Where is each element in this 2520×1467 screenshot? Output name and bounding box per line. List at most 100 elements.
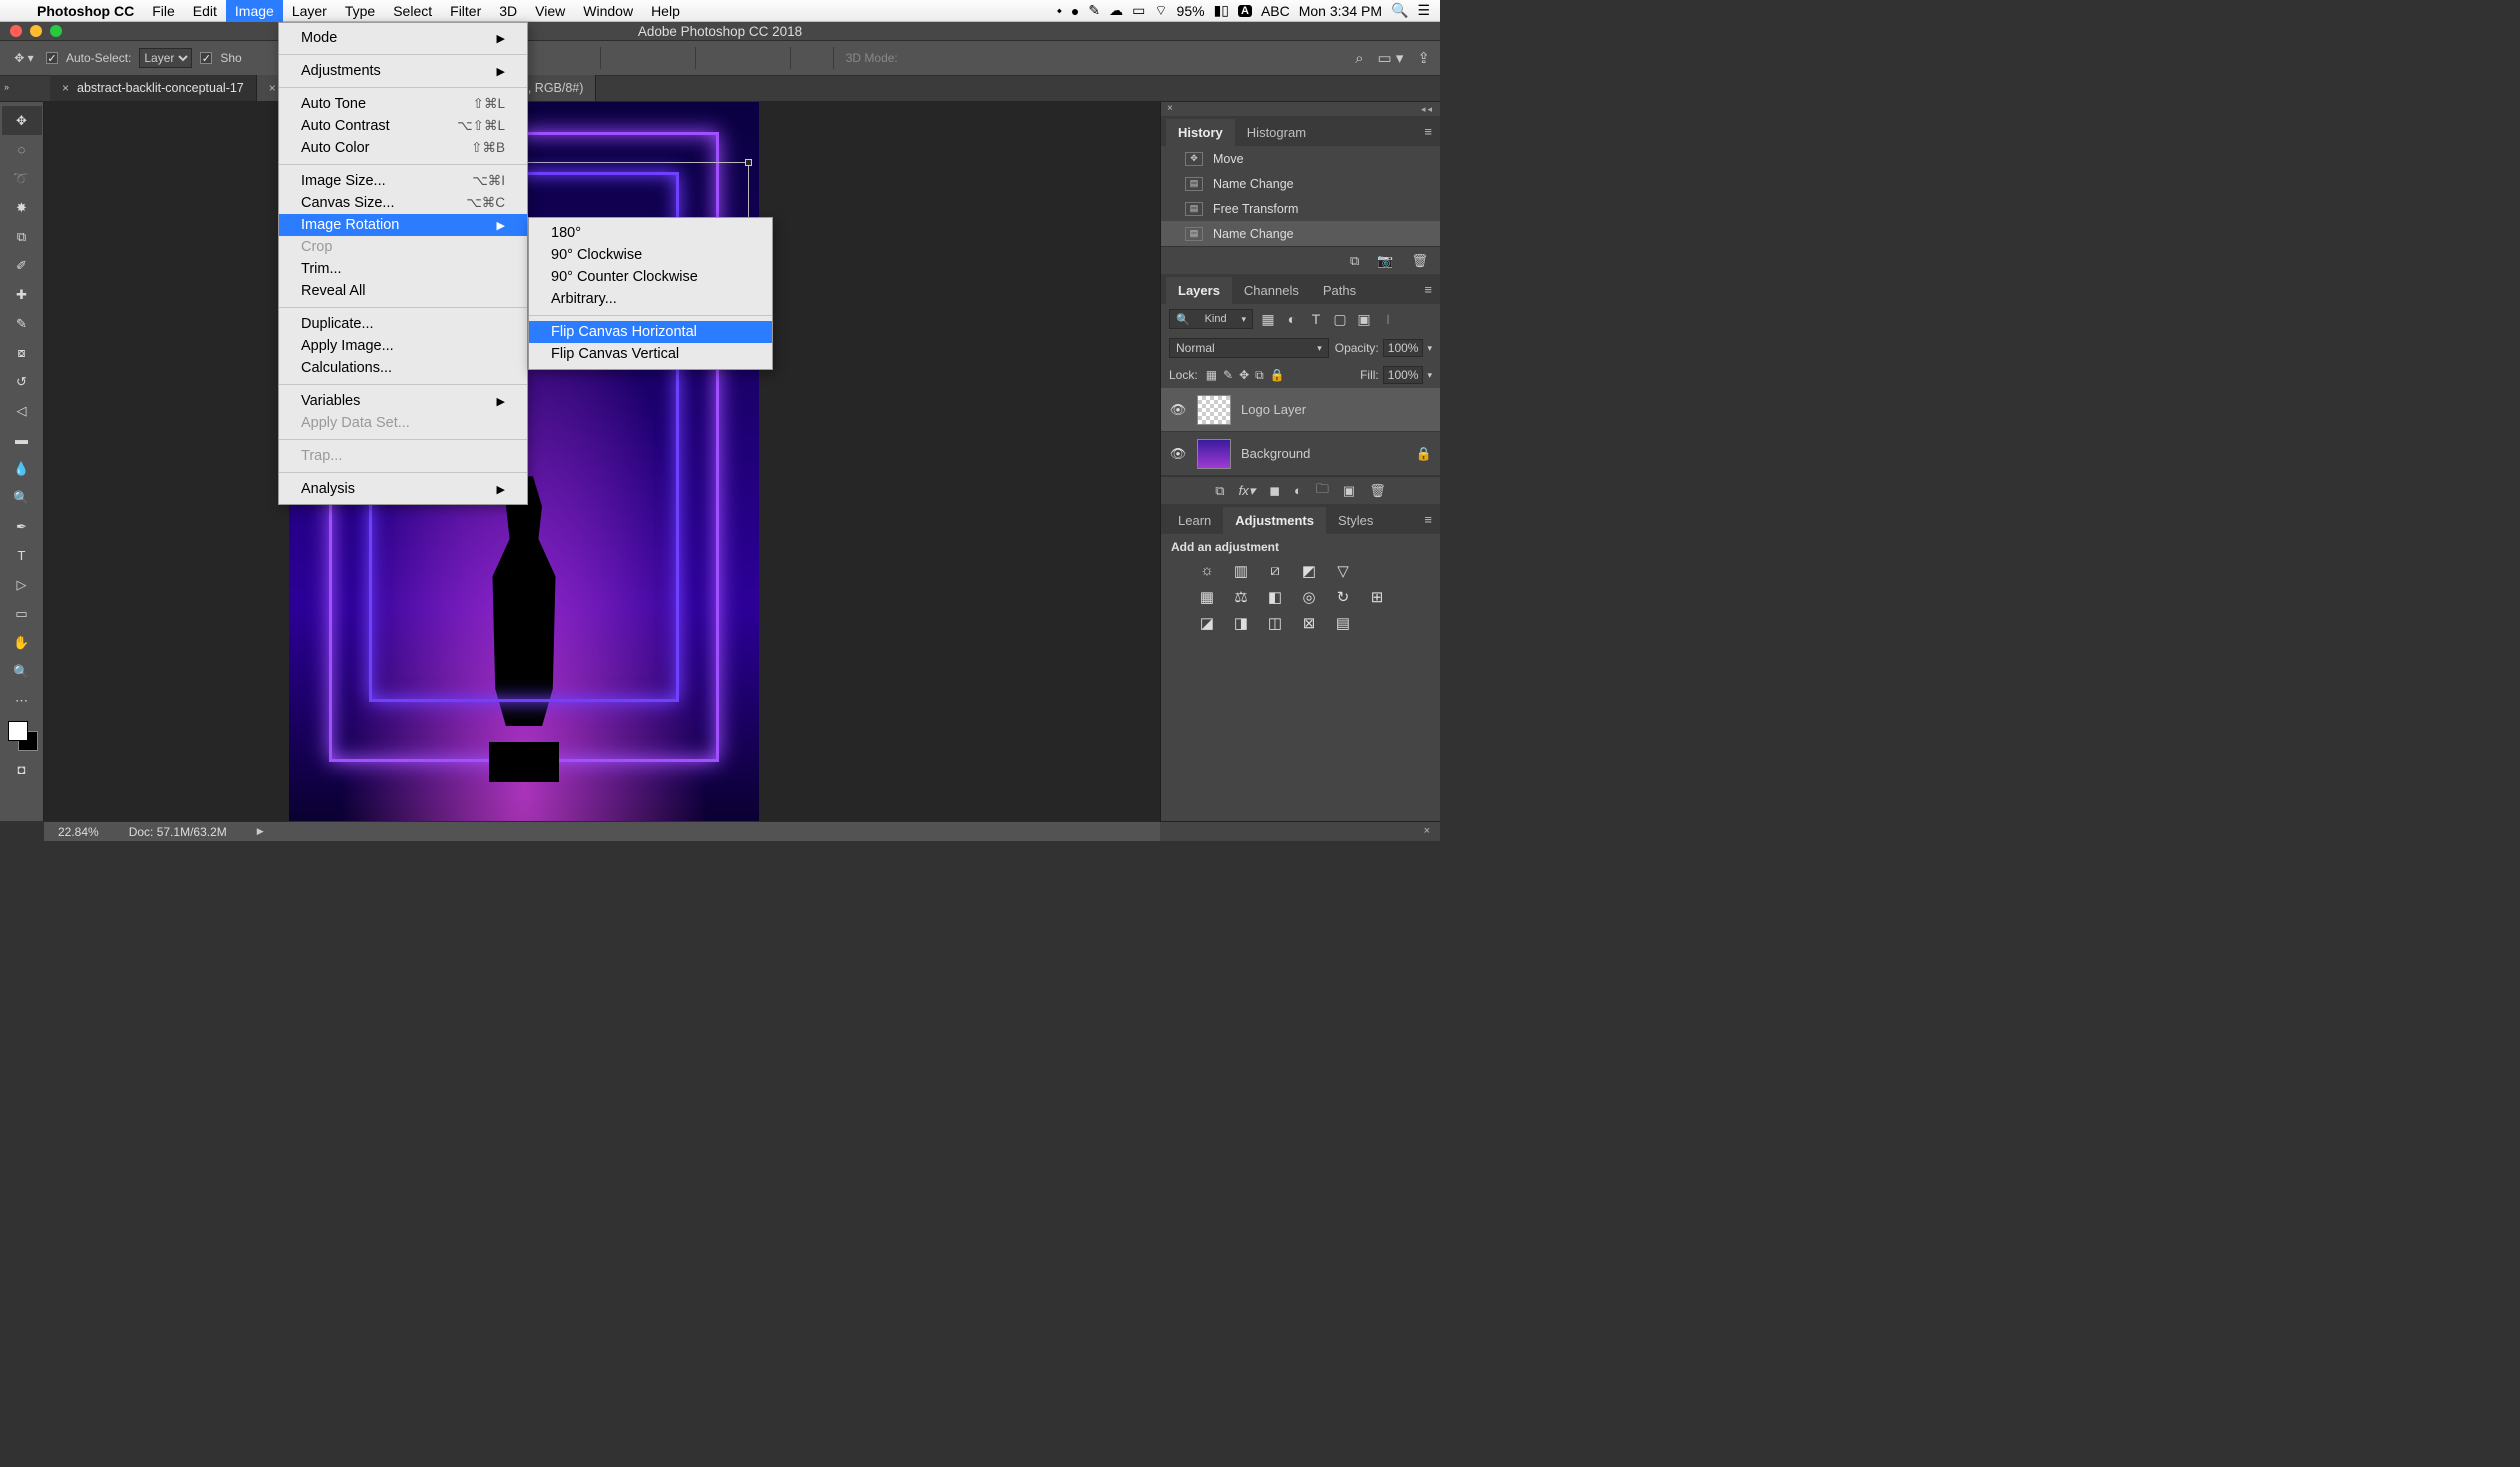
cloud-icon[interactable]: ☁ (1109, 2, 1123, 19)
quick-select-tool[interactable]: ✸ (2, 193, 42, 222)
delete-state-icon[interactable]: 🗑 (1411, 253, 1428, 269)
workspace-icon[interactable]: ▭ ▾ (1378, 49, 1404, 67)
lock-all-icon[interactable]: 🔒 (1270, 368, 1285, 383)
history-item[interactable]: ▤Name Change (1161, 171, 1440, 196)
adj-lookup-icon[interactable]: ⊞ (1367, 588, 1387, 606)
tab-paths[interactable]: Paths (1311, 277, 1368, 304)
quickmask-toggle[interactable]: ◘ (2, 755, 42, 784)
status-bar-menu-icon[interactable]: ▶ (257, 826, 264, 837)
minimize-window-button[interactable] (30, 25, 42, 37)
menu-view[interactable]: View (526, 0, 574, 22)
menu-layer[interactable]: Layer (283, 0, 336, 22)
adj-bw-icon[interactable]: ◧ (1265, 588, 1285, 606)
menu-item[interactable]: Canvas Size...⌥⌘C (279, 192, 527, 214)
layer-fx-icon[interactable]: fx▾ (1239, 483, 1256, 499)
adj-brightness-icon[interactable]: ☼ (1197, 562, 1217, 580)
app-name[interactable]: Photoshop CC (28, 3, 143, 19)
close-window-button[interactable] (10, 25, 22, 37)
menu-item[interactable]: Reveal All (279, 280, 527, 302)
submenu-item[interactable]: Flip Canvas Vertical (529, 343, 772, 365)
menu-item[interactable]: Auto Color⇧⌘B (279, 137, 527, 159)
orbit-3d-icon[interactable] (906, 49, 924, 67)
adj-selective-icon[interactable]: ⊠ (1299, 614, 1319, 632)
menu-item[interactable]: Auto Tone⇧⌘L (279, 93, 527, 115)
adjustment-layer-icon[interactable]: ◐ (1294, 483, 1302, 498)
tab-history[interactable]: History (1166, 119, 1235, 146)
menu-file[interactable]: File (143, 0, 184, 22)
menu-3d[interactable]: 3D (490, 0, 526, 22)
adj-invert-icon[interactable]: ◪ (1197, 614, 1217, 632)
submenu-item[interactable]: 90° Clockwise (529, 244, 772, 266)
adj-photo-filter-icon[interactable]: ◎ (1299, 588, 1319, 606)
eraser-tool[interactable]: ◁ (2, 396, 42, 425)
lock-position-icon[interactable]: ✥ (1239, 368, 1249, 383)
lock-artboard-icon[interactable]: ⧉ (1255, 368, 1264, 383)
menu-item[interactable]: Mode▶ (279, 27, 527, 49)
align-left-icon[interactable] (613, 49, 631, 67)
gradient-tool[interactable]: ▬ (2, 425, 42, 454)
layer-visibility-icon[interactable]: 👁 (1169, 446, 1187, 462)
link-layers-icon[interactable]: ⧉ (1215, 483, 1224, 499)
auto-align-icon[interactable] (803, 49, 821, 67)
menu-item[interactable]: Analysis▶ (279, 478, 527, 500)
submenu-item[interactable]: 180° (529, 222, 772, 244)
layer-name[interactable]: Logo Layer (1241, 402, 1306, 417)
layer-name[interactable]: Background (1241, 446, 1310, 461)
filter-pixel-icon[interactable]: ▦ (1259, 311, 1277, 328)
marquee-tool[interactable]: ◌ (2, 135, 42, 164)
hand-tool[interactable]: ✋ (2, 628, 42, 657)
menu-item[interactable]: Variables▶ (279, 390, 527, 412)
edit-toolbar[interactable]: ⋯ (2, 686, 42, 715)
fill-value[interactable]: 100% (1383, 366, 1424, 384)
tab-channels[interactable]: Channels (1232, 277, 1311, 304)
history-item[interactable]: ▤Name Change (1161, 221, 1440, 246)
opacity-value[interactable]: 100% (1383, 339, 1424, 357)
filter-type-icon[interactable]: T (1307, 311, 1325, 327)
input-source-badge[interactable]: A (1238, 5, 1252, 17)
dropbox-icon[interactable]: ⬩ (1057, 2, 1062, 19)
adj-levels-icon[interactable]: ▥ (1231, 562, 1251, 580)
create-doc-from-state-icon[interactable]: ⧉ (1350, 253, 1359, 269)
menu-image[interactable]: Image (226, 0, 283, 22)
menu-help[interactable]: Help (642, 0, 689, 22)
adj-hue-icon[interactable]: ▦ (1197, 588, 1217, 606)
layer-item[interactable]: 👁Background🔒 (1161, 432, 1440, 476)
zoom-window-button[interactable] (50, 25, 62, 37)
search-icon[interactable]: ⌕ (1355, 50, 1363, 67)
menu-item[interactable]: Apply Image... (279, 335, 527, 357)
tab-layers[interactable]: Layers (1166, 277, 1232, 304)
lock-image-icon[interactable]: ✎ (1223, 368, 1233, 383)
adj-vibrance-icon[interactable]: ▽ (1333, 562, 1353, 580)
menu-item[interactable]: Image Size...⌥⌘I (279, 170, 527, 192)
layer-visibility-icon[interactable]: 👁 (1169, 402, 1187, 418)
display-icon[interactable]: ▭ (1132, 2, 1145, 19)
adj-threshold-icon[interactable]: ◫ (1265, 614, 1285, 632)
lock-transparency-icon[interactable]: ▦ (1206, 368, 1217, 383)
adj-balance-icon[interactable]: ⚖ (1231, 588, 1251, 606)
adj-gradient-map-icon[interactable]: ▤ (1333, 614, 1353, 632)
blur-tool[interactable]: 💧 (2, 454, 42, 483)
type-tool[interactable]: T (2, 541, 42, 570)
adj-curves-icon[interactable]: ⧄ (1265, 562, 1285, 580)
delete-layer-icon[interactable]: 🗑 (1369, 483, 1386, 499)
menu-item[interactable]: Auto Contrast⌥⇧⌘L (279, 115, 527, 137)
zoom-percent[interactable]: 22.84% (58, 825, 99, 839)
menu-item[interactable]: Calculations... (279, 357, 527, 379)
align-vcenter-icon[interactable] (544, 49, 562, 67)
clone-stamp-tool[interactable]: ⧇ (2, 338, 42, 367)
move-tool-icon[interactable]: ✥ ▾ (10, 51, 38, 65)
tab-adjustments[interactable]: Adjustments (1223, 507, 1326, 534)
auto-select-dropdown[interactable]: Layer (139, 48, 192, 68)
align-hcenter-icon[interactable] (639, 49, 657, 67)
control-center-icon[interactable]: ☰ (1417, 2, 1430, 19)
zoom-3d-icon[interactable] (1010, 49, 1028, 67)
tab-styles[interactable]: Styles (1326, 507, 1385, 534)
history-brush-tool[interactable]: ↺ (2, 367, 42, 396)
panel-strip-close-icon[interactable]: × (1424, 825, 1430, 837)
pen-tool[interactable]: ✒ (2, 512, 42, 541)
spotlight-icon[interactable]: 🔍 (1391, 2, 1408, 19)
feather-icon[interactable]: ✎ (1088, 2, 1100, 19)
zoom-tool[interactable]: 🔍 (2, 657, 42, 686)
submenu-item[interactable]: Flip Canvas Horizontal (529, 321, 772, 343)
auto-select-checkbox[interactable]: ✓ (46, 52, 58, 64)
